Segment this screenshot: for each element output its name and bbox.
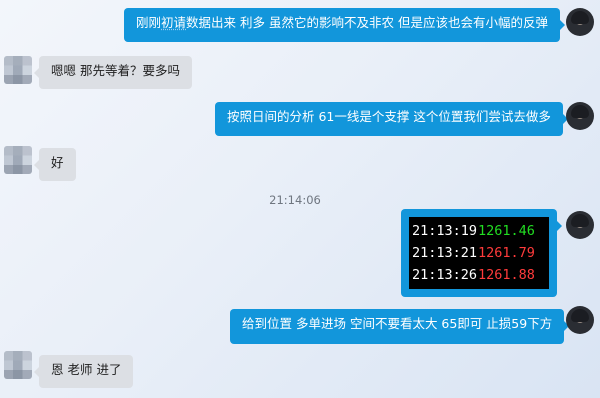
incoming-message: 嗯嗯 那先等着？要多吗 xyxy=(34,56,192,89)
message-text: 按照日间的分析 61一线是个支撑 这个位置我们尝试去做多 xyxy=(227,109,551,124)
quote-time: 21:13:21 xyxy=(412,245,478,261)
incoming-message: 好 xyxy=(34,148,76,181)
user-avatar-icon[interactable] xyxy=(4,351,32,379)
quote-row: 21:13:191261.46 xyxy=(412,223,535,239)
user-avatar-icon[interactable] xyxy=(4,146,32,174)
quote-time: 21:13:19 xyxy=(412,223,478,239)
message-text: 恩 老师 进了 xyxy=(51,362,122,377)
incoming-message: 恩 老师 进了 xyxy=(33,355,134,388)
quote-price: 1261.88 xyxy=(478,267,535,283)
message-text: 嗯嗯 那先等着？要多吗 xyxy=(51,63,180,78)
message-text-underlined: 初请 xyxy=(161,15,187,30)
teacher-avatar-icon[interactable] xyxy=(566,306,594,334)
quote-time: 21:13:26 xyxy=(412,267,478,283)
outgoing-message: 按照日间的分析 61一线是个支撑 这个位置我们尝试去做多 xyxy=(215,102,568,136)
message-text: 数据出来 利多 虽然它的影响不及非农 但是应该也会有小幅的反弹 xyxy=(186,15,548,30)
message-text: 刚刚 xyxy=(136,15,162,30)
quote-price: 1261.79 xyxy=(478,245,535,261)
quote-row: 21:13:211261.79 xyxy=(412,245,535,261)
outgoing-message: 给到位置 多单进场 空间不要看太大 65即可 止损59下方 xyxy=(230,309,570,344)
teacher-avatar-icon[interactable] xyxy=(566,102,594,130)
teacher-avatar-icon[interactable] xyxy=(566,211,594,239)
message-timestamp: 21:14:06 xyxy=(269,193,321,207)
outgoing-message: 刚刚初请数据出来 利多 虽然它的影响不及非农 但是应该也会有小幅的反弹 xyxy=(124,8,565,42)
message-text: 好 xyxy=(51,155,64,170)
quote-price: 1261.46 xyxy=(478,223,535,239)
message-text: 给到位置 多单进场 空间不要看太大 65即可 止损59下方 xyxy=(242,316,553,331)
teacher-avatar-icon[interactable] xyxy=(566,8,594,36)
price-quote-board: 21:13:191261.46 21:13:211261.79 21:13:26… xyxy=(409,217,549,289)
chat-window: 刚刚初请数据出来 利多 虽然它的影响不及非农 但是应该也会有小幅的反弹 嗯嗯 那… xyxy=(0,0,600,398)
price-quote-image-message[interactable]: 21:13:191261.46 21:13:211261.79 21:13:26… xyxy=(401,209,562,297)
user-avatar-icon[interactable] xyxy=(4,56,32,84)
quote-row: 21:13:261261.88 xyxy=(412,267,535,283)
